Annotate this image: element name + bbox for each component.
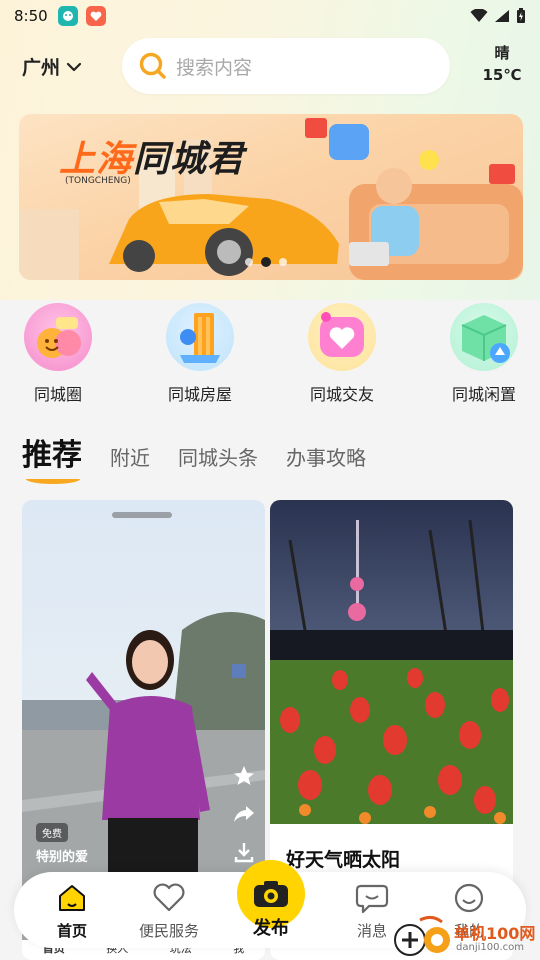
tab-service-guides[interactable]: 办事攻略	[286, 442, 366, 471]
watermark-url: danji100.com	[456, 942, 524, 953]
category-item-secondhand[interactable]: 同城闲置	[434, 300, 534, 405]
camera-icon	[254, 881, 288, 907]
top-header: 广州 搜索内容 晴 15℃	[0, 36, 540, 96]
banner-dot[interactable]	[279, 258, 287, 266]
heart-chat-icon	[308, 303, 376, 371]
search-input[interactable]: 搜索内容	[122, 38, 450, 94]
nav-home[interactable]: 首页	[32, 882, 112, 941]
tab-local-headlines[interactable]: 同城头条	[178, 442, 258, 471]
tulip-photo	[270, 500, 513, 824]
video-title: 特别的爱	[36, 850, 89, 865]
status-time: 8:50	[14, 7, 48, 25]
watermark-logo	[394, 915, 450, 956]
category-item-dating[interactable]: 同城交友	[292, 300, 392, 405]
feed-tabs: 推荐 附近 同城头条 办事攻略	[22, 424, 394, 484]
smile-face-icon	[454, 883, 484, 913]
heart-outline-icon	[153, 883, 185, 912]
category-grid: 同城圈 同城房屋 同城交友 同城闲置	[0, 300, 540, 410]
banner-title: 上海同城君	[59, 130, 244, 182]
weather-temperature: 15℃	[482, 66, 522, 84]
site-watermark: 单机100网 danji100.com	[392, 914, 540, 960]
chevron-down-icon	[66, 62, 82, 71]
category-label: 同城闲置	[451, 385, 516, 404]
search-placeholder: 搜索内容	[176, 56, 253, 79]
banner-title-text: 同城君	[133, 139, 245, 180]
banner-dot[interactable]	[245, 258, 253, 266]
tab-recommend[interactable]: 推荐	[22, 430, 82, 484]
photo-caption: 好天气晒太阳	[286, 849, 401, 871]
city-name: 广州	[22, 57, 61, 79]
category-item-housing[interactable]: 同城房屋	[150, 300, 250, 405]
banner-dot-active[interactable]	[261, 257, 271, 267]
battery-icon	[517, 8, 525, 23]
nav-label: 便民服务	[138, 922, 199, 940]
weather-widget[interactable]: 晴 15℃	[478, 42, 526, 86]
banner-pagination	[245, 257, 287, 267]
status-indicators	[470, 8, 526, 24]
app-notification-icon-2	[85, 6, 106, 26]
tab-nearby[interactable]: 附近	[110, 442, 150, 471]
nav-services[interactable]: 便民服务	[129, 882, 209, 941]
building-icon	[166, 303, 234, 371]
star-icon[interactable]	[232, 764, 256, 788]
signal-icon	[495, 10, 509, 22]
home-icon	[59, 885, 85, 911]
promo-banner[interactable]: 上海同城君 (TONGCHENG)	[19, 114, 523, 280]
city-selector[interactable]: 广州	[22, 53, 82, 80]
category-label: 同城交友	[309, 385, 374, 404]
download-icon[interactable]	[232, 840, 256, 864]
category-label: 同城圈	[33, 385, 82, 404]
weather-condition: 晴	[494, 44, 510, 62]
status-bar: 8:50	[0, 0, 540, 32]
search-icon	[139, 52, 166, 79]
publish-label[interactable]: 发布	[237, 914, 305, 940]
app-notification-icon	[57, 6, 78, 26]
banner-subtitle: (TONGCHENG)	[65, 176, 131, 186]
nav-label: 首页	[56, 922, 87, 940]
share-icon[interactable]	[232, 802, 256, 826]
box-icon	[450, 303, 518, 371]
category-item-circle[interactable]: 同城圈	[8, 300, 108, 405]
wifi-icon	[470, 9, 488, 22]
watermark-text: 单机100网	[454, 924, 536, 943]
free-badge: 免费	[36, 823, 68, 842]
faces-icon	[24, 303, 92, 371]
category-label: 同城房屋	[167, 385, 232, 404]
banner-city: 上海	[59, 139, 134, 180]
tab-label: 推荐	[22, 438, 82, 473]
chat-bubble-icon	[355, 884, 389, 914]
tab-active-indicator	[26, 474, 80, 484]
